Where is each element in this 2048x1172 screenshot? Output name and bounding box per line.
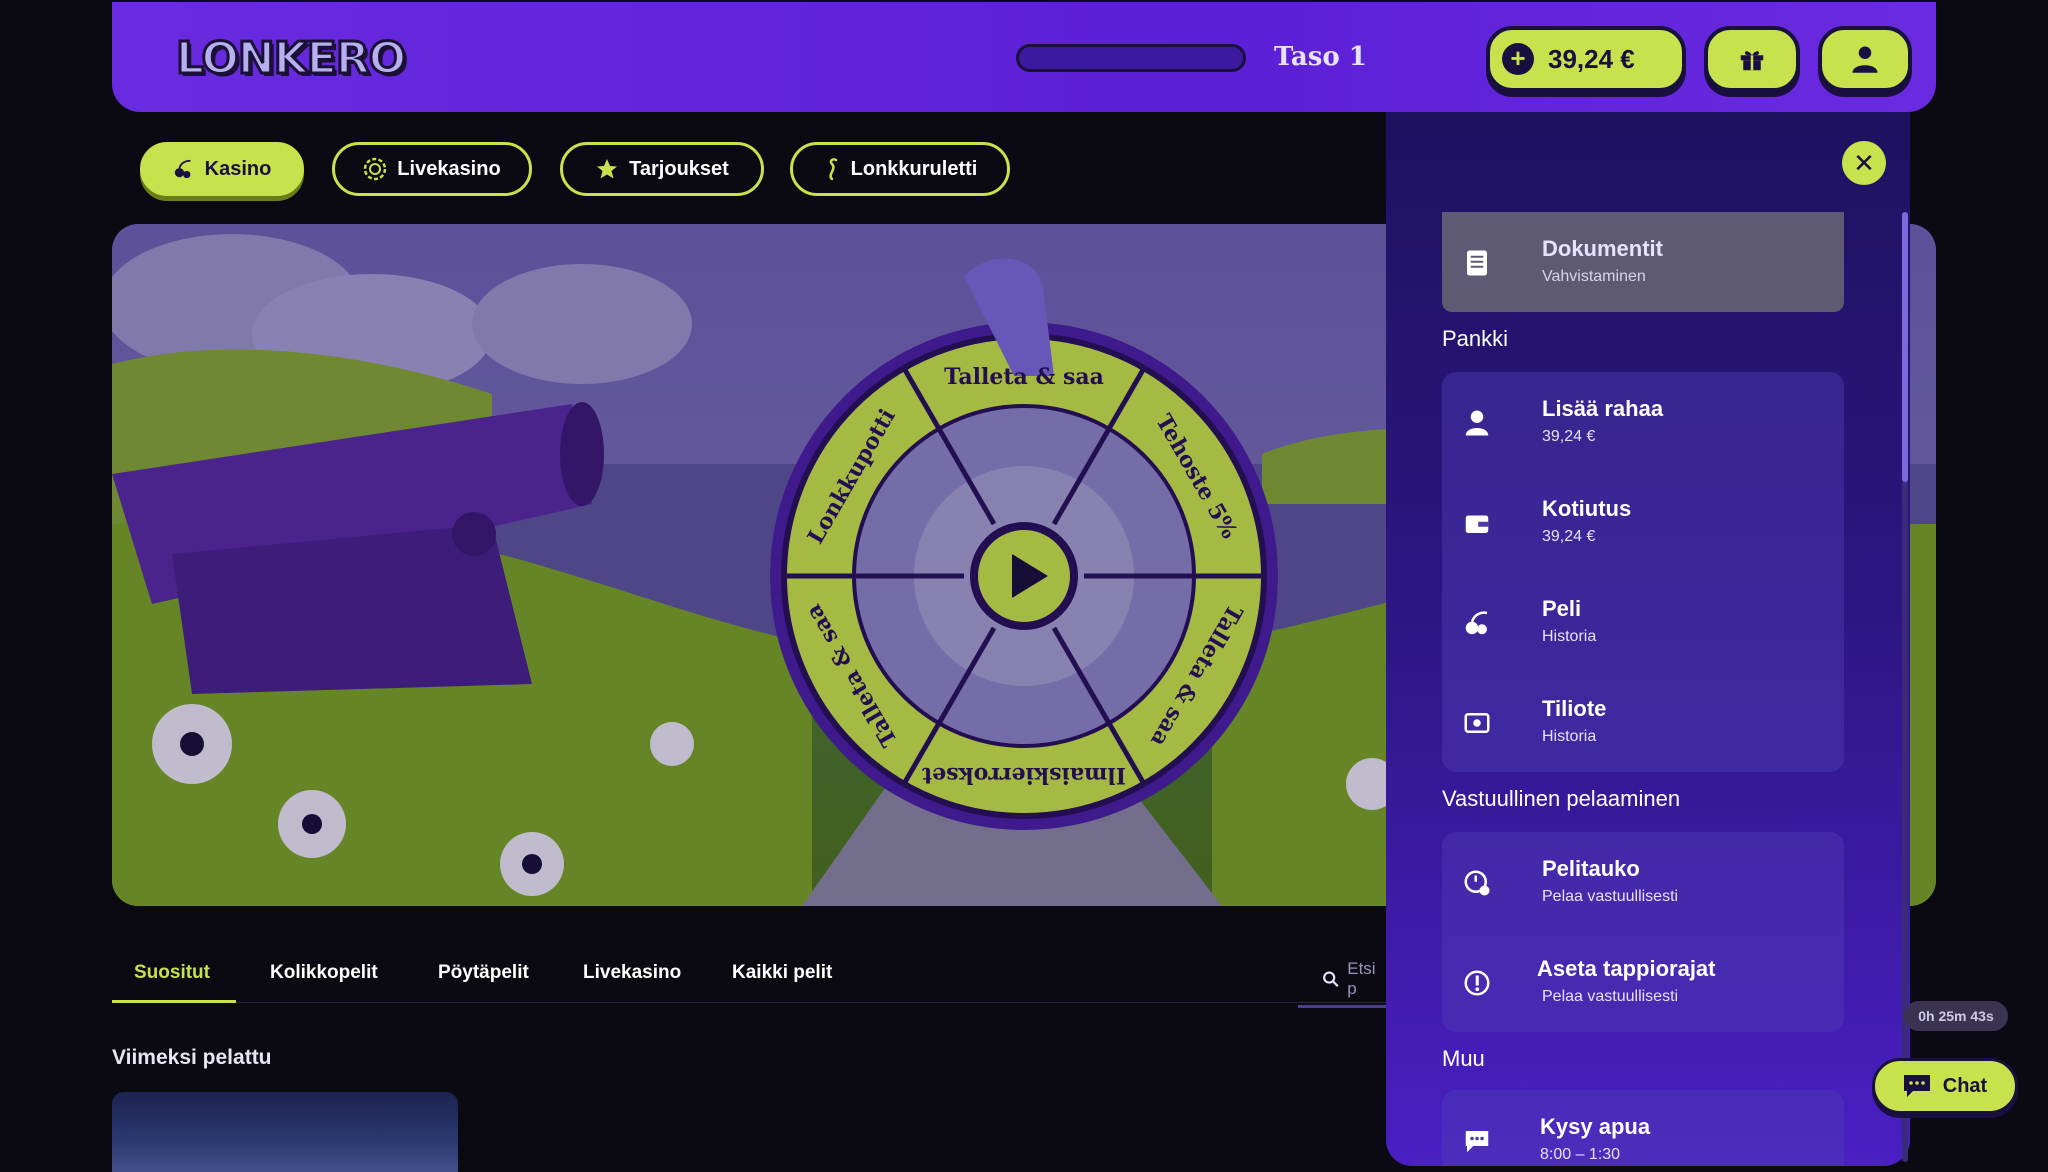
drawer-scrollbar-thumb[interactable] bbox=[1902, 212, 1908, 482]
menu-item-title: Aseta tappiorajat bbox=[1537, 956, 1716, 981]
menu-item-subtitle: 39,24 € bbox=[1542, 428, 1596, 445]
nav-chip-livekasino[interactable]: Livekasino bbox=[332, 142, 532, 196]
nav-chip-label: Tarjoukset bbox=[629, 157, 729, 180]
close-drawer-button[interactable]: ✕ bbox=[1842, 141, 1886, 185]
session-timer: 0h 25m 43s bbox=[1904, 1001, 2008, 1031]
menu-item-tiliote[interactable]: Tiliote Historia bbox=[1442, 672, 1844, 772]
gift-button[interactable] bbox=[1704, 26, 1800, 92]
menu-item-title: Pelitauko bbox=[1542, 856, 1640, 881]
other-menu-group: Kysy apua 8:00 – 1:30 bbox=[1442, 1090, 1844, 1166]
tentacle-icon bbox=[829, 158, 837, 181]
gift-icon bbox=[1740, 51, 1764, 71]
menu-item-peli[interactable]: Peli Historia bbox=[1442, 572, 1844, 672]
tab-poytapelit[interactable]: Pöytäpelit bbox=[438, 962, 529, 984]
user-icon bbox=[1852, 46, 1878, 73]
nav-chip-label: Livekasino bbox=[397, 157, 501, 180]
menu-item-title: Tiliote bbox=[1542, 696, 1607, 721]
menu-item-subtitle: 39,24 € bbox=[1542, 528, 1596, 545]
menu-item-pelitauko[interactable]: Pelitauko Pelaa vastuullisesti bbox=[1442, 832, 1844, 932]
menu-item-title: Kotiutus bbox=[1542, 496, 1632, 521]
balance-button[interactable]: + 39,24 € bbox=[1486, 26, 1686, 92]
menu-item-subtitle: Pelaa vastuullisesti bbox=[1542, 988, 1679, 1005]
tab-suositut[interactable]: Suositut bbox=[134, 962, 210, 984]
section-label-vastuullinen: Vastuullinen pelaaminen bbox=[1442, 786, 1681, 811]
star-icon bbox=[597, 159, 618, 179]
chip-icon bbox=[364, 157, 387, 181]
chat-bubble-icon bbox=[1465, 1131, 1489, 1153]
menu-item-subtitle: Historia bbox=[1542, 628, 1597, 645]
search-icon bbox=[1323, 970, 1339, 987]
balance-value: 39,24 € bbox=[1548, 43, 1635, 74]
game-search-input[interactable]: Etsi p bbox=[1298, 952, 1388, 1008]
menu-item-dokumentit[interactable]: Dokumentit Vahvistaminen bbox=[1442, 212, 1844, 312]
bank-menu-group: Lisää rahaa 39,24 € Kotiutus 39,24 € Pel… bbox=[1442, 372, 1844, 772]
menu-item-subtitle: Pelaa vastuullisesti bbox=[1542, 888, 1679, 905]
menu-item-title: Dokumentit bbox=[1542, 236, 1663, 261]
level-progress-bar bbox=[1016, 44, 1246, 72]
limit-icon bbox=[1464, 970, 1490, 996]
section-label-muu: Muu bbox=[1442, 1046, 1485, 1071]
recent-game-thumbnail[interactable] bbox=[112, 1092, 458, 1172]
menu-item-subtitle: Vahvistaminen bbox=[1542, 268, 1646, 285]
nav-chip-label: Kasino bbox=[204, 157, 272, 180]
menu-item-subtitle: Historia bbox=[1542, 728, 1597, 745]
document-icon bbox=[1467, 250, 1487, 276]
tabs-divider bbox=[112, 1002, 1402, 1003]
top-header: LONKERO Taso 1 + 39,24 € bbox=[112, 2, 1936, 112]
statement-icon bbox=[1464, 713, 1490, 733]
nav-chip-kasino[interactable]: Kasino bbox=[140, 142, 304, 196]
recent-section-title: Viimeksi pelattu bbox=[112, 1046, 272, 1069]
close-icon: ✕ bbox=[1853, 147, 1875, 178]
nav-chip-tarjoukset[interactable]: Tarjoukset bbox=[560, 142, 764, 196]
search-placeholder: Etsi p bbox=[1347, 958, 1376, 998]
section-label-pankki: Pankki bbox=[1442, 326, 1509, 351]
chat-label: Chat bbox=[1942, 1074, 1988, 1097]
menu-item-lisaa-rahaa[interactable]: Lisää rahaa 39,24 € bbox=[1442, 372, 1844, 472]
cherry-icon bbox=[1465, 611, 1488, 635]
tab-livekasino[interactable]: Livekasino bbox=[583, 962, 681, 984]
menu-item-title: Peli bbox=[1542, 596, 1582, 621]
nav-chip-label: Lonkkuruletti bbox=[850, 157, 978, 180]
menu-item-title: Lisää rahaa bbox=[1542, 396, 1664, 421]
tab-kaikki-pelit[interactable]: Kaikki pelit bbox=[732, 962, 832, 984]
responsible-menu-group: Pelitauko Pelaa vastuullisesti Aseta tap… bbox=[1442, 832, 1844, 1032]
menu-item-kotiutus[interactable]: Kotiutus 39,24 € bbox=[1442, 472, 1844, 572]
menu-item-aseta-tappiorajat[interactable]: Aseta tappiorajat Pelaa vastuullisesti bbox=[1442, 932, 1844, 1032]
active-tab-indicator bbox=[112, 1000, 236, 1003]
level-label: Taso 1 bbox=[1274, 42, 1367, 72]
nav-chip-lonkkuruletti[interactable]: Lonkkuruletti bbox=[790, 142, 1010, 196]
pause-clock-icon bbox=[1464, 870, 1490, 896]
chat-bubble-icon bbox=[1903, 1075, 1930, 1097]
wallet-icon bbox=[1465, 515, 1489, 533]
plus-icon: + bbox=[1502, 43, 1534, 75]
menu-item-subtitle: 8:00 – 1:30 bbox=[1540, 1146, 1621, 1163]
menu-item-title: Kysy apua bbox=[1540, 1114, 1651, 1139]
user-icon bbox=[1465, 410, 1489, 436]
profile-button[interactable] bbox=[1818, 26, 1912, 92]
chat-button[interactable]: Chat bbox=[1872, 1058, 2018, 1114]
site-logo[interactable]: LONKERO bbox=[175, 32, 408, 86]
cherry-icon bbox=[174, 159, 191, 179]
tab-kolikkopelit[interactable]: Kolikkopelit bbox=[270, 962, 378, 984]
menu-item-kysy-apua[interactable]: Kysy apua 8:00 – 1:30 bbox=[1442, 1090, 1844, 1166]
account-drawer: ✕ Dokumentit Vahvistaminen Pankki Lisää … bbox=[1386, 112, 1910, 1166]
